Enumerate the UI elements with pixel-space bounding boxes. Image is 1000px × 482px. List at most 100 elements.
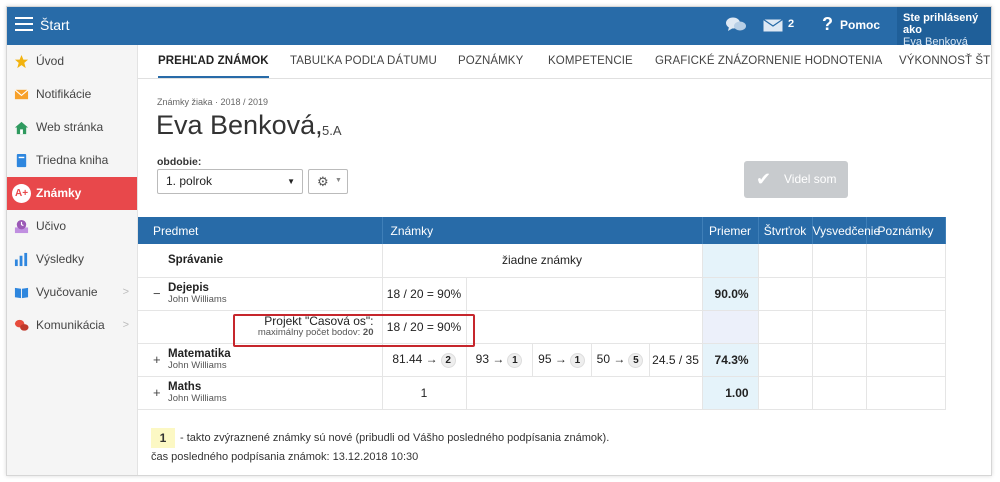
subject-name[interactable]: Dejepis xyxy=(168,282,382,294)
app-title[interactable]: Štart xyxy=(40,17,70,33)
tab-prehlad-znamok[interactable]: PREHĽAD ZNÁMOK xyxy=(158,45,269,78)
sidebar-item-label: Notifikácie xyxy=(36,87,92,101)
sidebar-item-znamky[interactable]: A+ Známky xyxy=(7,177,137,210)
sidebar-item-ucivo[interactable]: Učivo xyxy=(7,210,137,243)
tab-poznamky[interactable]: POZNÁMKY xyxy=(458,45,523,78)
average-cell xyxy=(702,244,759,278)
tab-bar: PREHĽAD ZNÁMOK TABUĽKA PODĽA DÁTUMU POZN… xyxy=(138,45,991,79)
help-link[interactable]: Pomoc xyxy=(840,18,880,32)
column-header-znamky: Známky xyxy=(382,217,703,244)
sidebar-item-label: Vyučovanie xyxy=(36,285,98,299)
new-grade-badge: 1 xyxy=(151,428,175,448)
sidebar-item-vysledky[interactable]: Výsledky xyxy=(7,243,137,276)
sidebar-item-label: Známky xyxy=(36,186,82,200)
chat-bubbles-icon[interactable] xyxy=(725,16,747,34)
last-signature-time: čas posledného podpísania známok: 13.12.… xyxy=(151,451,419,463)
teacher-name: John Williams xyxy=(168,393,227,404)
tab-kompetencie[interactable]: KOMPETENCIE xyxy=(548,45,633,78)
hamburger-menu-icon[interactable] xyxy=(15,17,33,31)
sidebar-item-label: Učivo xyxy=(36,219,67,233)
seen-button[interactable]: ✔ Videl som xyxy=(744,161,848,198)
seen-button-label: Videl som xyxy=(784,172,837,186)
grade-cell[interactable]: 93 → 1 xyxy=(466,343,533,377)
sidebar-item-uvod[interactable]: Úvod xyxy=(7,45,137,78)
grade-mark: 5 xyxy=(628,352,644,368)
chat-icon xyxy=(14,319,29,331)
subject-name[interactable]: Matematika xyxy=(168,348,382,360)
tab-vykonnost[interactable]: VÝKONNOSŤ ŠTU xyxy=(899,45,991,78)
checkmark-icon: ✔ xyxy=(756,169,772,189)
settings-button[interactable]: ⚙ ▼ xyxy=(308,169,348,194)
sidebar-item-notifikacie[interactable]: Notifikácie xyxy=(7,78,137,111)
star-icon xyxy=(14,54,29,69)
collapse-toggle[interactable]: − xyxy=(153,286,161,301)
table-row-matematika: + Matematika John Williams 81.44 → 2 93 →… xyxy=(138,343,991,377)
legend-text: - takto zvýraznené známky sú nové (pribu… xyxy=(180,432,610,444)
grade-cell[interactable]: 18 / 20 = 90% xyxy=(382,277,467,311)
grade-cell[interactable]: 1 xyxy=(382,376,467,410)
table-spacer xyxy=(945,217,991,244)
notes-cell xyxy=(866,244,946,278)
logged-in-label: Ste prihlásený ako xyxy=(903,12,979,36)
average-cell: 74.3% xyxy=(702,343,759,377)
tab-graficke-znazornenie[interactable]: GRAFICKÉ ZNÁZORNENIE HODNOTENIA xyxy=(655,45,882,78)
sidebar-item-label: Výsledky xyxy=(36,252,85,266)
teacher-name: John Williams xyxy=(168,360,227,371)
no-grades-text: žiadne známky xyxy=(382,244,703,278)
open-book-icon xyxy=(14,287,29,299)
sidebar-item-label: Web stránka xyxy=(36,120,104,134)
breadcrumb: Známky žiaka · 2018 / 2019 xyxy=(157,97,269,107)
teacher-name: John Williams xyxy=(168,294,227,305)
sidebar-item-label: Úvod xyxy=(36,54,65,68)
sidebar-item-komunikacia[interactable]: Komunikácia > xyxy=(7,309,137,342)
subject-name: Správanie xyxy=(168,254,223,267)
grade-icon: A+ xyxy=(12,184,31,203)
subject-name[interactable]: Maths xyxy=(168,381,382,393)
column-header-stvrtrok: Štvrťrok xyxy=(758,217,813,244)
expand-toggle[interactable]: + xyxy=(153,385,161,400)
table-row-maths: + Maths John Williams 1 1.00 xyxy=(138,376,991,410)
sidebar-item-vyucovanie[interactable]: Vyučovanie > xyxy=(7,276,137,309)
grade-cell[interactable]: 95 → 1 xyxy=(532,343,592,377)
grade-mark: 2 xyxy=(440,352,456,368)
highlight-annotation-box xyxy=(233,314,475,347)
grade-score: 50 → xyxy=(596,351,626,366)
sidebar-item-triedna-kniha[interactable]: Triedna kniha xyxy=(7,144,137,177)
column-header-predmet: Predmet xyxy=(138,217,383,244)
user-menu[interactable]: Ste prihlásený ako Eva Benková xyxy=(897,7,991,48)
table-row-spravanie: Správanie žiadne známky xyxy=(138,244,991,278)
expand-toggle[interactable]: + xyxy=(153,352,161,367)
period-select[interactable]: 1. polrok ▼ xyxy=(157,169,303,194)
grade-score: 95 → xyxy=(538,351,567,366)
grade-cell[interactable]: 50 → 5 xyxy=(591,343,650,377)
quarter-cell xyxy=(758,244,813,278)
home-icon xyxy=(14,121,29,135)
chevron-right-icon: > xyxy=(122,319,129,331)
sidebar-item-web-stranka[interactable]: Web stránka xyxy=(7,111,137,144)
column-header-vysvedcenie: Vysvedčenie xyxy=(812,217,880,244)
grade-score: 81.44 → xyxy=(392,351,438,366)
period-select-value: 1. polrok xyxy=(166,174,213,188)
grade-score: 93 → xyxy=(475,351,505,366)
caret-down-icon: ▼ xyxy=(335,177,342,184)
grade-mark: 1 xyxy=(507,352,523,368)
mail-icon[interactable] xyxy=(763,19,783,32)
app-window: Štart 2 ? Pomoc Ste prihlásený ako Eva B… xyxy=(6,6,992,476)
report-cell xyxy=(812,244,867,278)
grade-cell[interactable]: 81.44 → 2 xyxy=(382,343,467,377)
help-icon[interactable]: ? xyxy=(822,14,833,35)
book-icon xyxy=(16,153,27,168)
tab-tabulka-podla-datumu[interactable]: TABUĽKA PODĽA DÁTUMU xyxy=(290,45,437,78)
points-cell[interactable]: 24.5 / 35 xyxy=(649,343,703,377)
student-class: 5.A xyxy=(322,123,342,138)
envelope-icon xyxy=(14,89,29,100)
chevron-right-icon: > xyxy=(122,286,129,298)
mail-count-badge: 2 xyxy=(788,18,795,30)
sidebar-item-label: Triedna kniha xyxy=(36,153,109,167)
sidebar: Úvod Notifikácie Web stránka Triedna kni… xyxy=(7,45,138,475)
page-title: Eva Benková, xyxy=(156,110,323,140)
table-row-dejepis: − Dejepis John Williams 18 / 20 = 90% 90… xyxy=(138,277,991,311)
grade-mark: 1 xyxy=(569,352,585,368)
sidebar-item-label: Komunikácia xyxy=(36,318,105,332)
column-header-priemer: Priemer xyxy=(702,217,759,244)
